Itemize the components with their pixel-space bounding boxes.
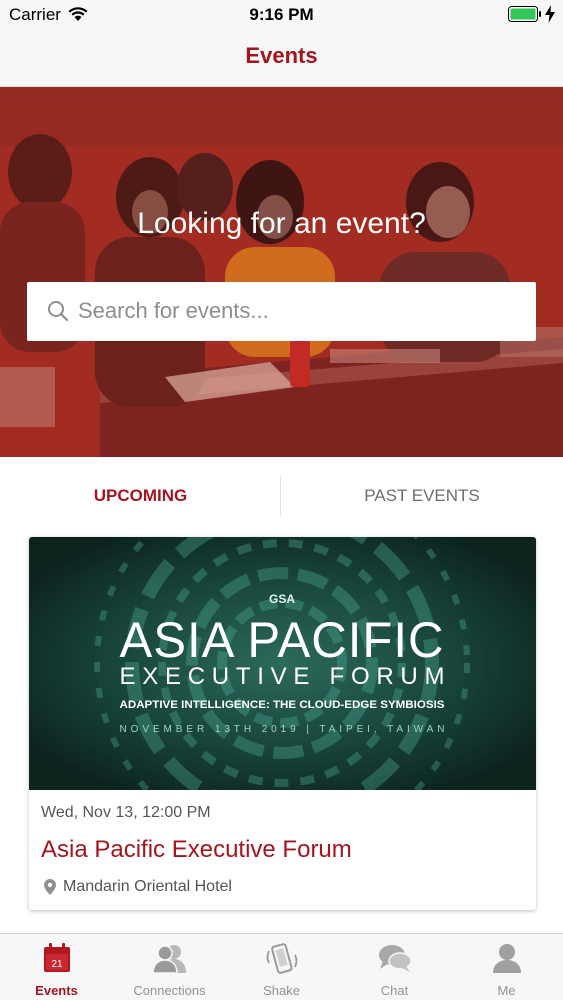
search-icon (48, 301, 69, 322)
tabbar-label-chat: Chat (380, 983, 409, 998)
banner-title-line1: ASIA PACIFIC (120, 612, 445, 668)
tabbar-item-events[interactable]: 21 Events (0, 934, 113, 1000)
tabbar-label-connections: Connections (133, 983, 206, 998)
bottom-tab-bar: 21 Events Connections Shake Chat Me (0, 933, 563, 1000)
event-banner-image: GSA ASIA PACIFIC EXECUTIVE FORUM ADAPTIV… (29, 537, 536, 790)
location-pin-icon (44, 879, 56, 895)
person-icon (492, 944, 521, 973)
search-placeholder: Search for events... (78, 298, 269, 323)
event-location: Mandarin Oriental Hotel (63, 878, 232, 895)
calendar-icon: 21 (43, 943, 70, 972)
battery-icon (508, 6, 541, 22)
banner-date-line: NOVEMBER 13TH 2019 | TAIPEI, TAIWAN (120, 724, 445, 735)
shake-phone-icon (266, 943, 297, 974)
status-bar: Carrier 9:16 PM (0, 0, 563, 30)
tabbar-item-chat[interactable]: Chat (338, 934, 451, 1000)
hero-heading: Looking for an event? (137, 207, 426, 240)
tab-upcoming[interactable]: UPCOMING (0, 475, 281, 517)
tabbar-item-connections[interactable]: Connections (113, 934, 226, 1000)
tabbar-item-me[interactable]: Me (450, 934, 563, 1000)
clock: 9:16 PM (249, 5, 314, 24)
page-title: Events (245, 43, 318, 68)
banner-subtitle: ADAPTIVE INTELLIGENCE: THE CLOUD-EDGE SY… (120, 699, 445, 711)
event-datetime: Wed, Nov 13, 12:00 PM (41, 804, 211, 821)
navigation-bar: Events (0, 30, 563, 87)
tab-past-events[interactable]: PAST EVENTS (281, 475, 563, 517)
audience-photo (0, 87, 563, 457)
tabbar-item-shake[interactable]: Shake (225, 934, 338, 1000)
tabbar-label-shake: Shake (263, 983, 300, 998)
charging-bolt-icon (545, 5, 555, 23)
event-card[interactable]: GSA ASIA PACIFIC EXECUTIVE FORUM ADAPTIV… (29, 537, 536, 910)
calendar-day-number: 21 (51, 959, 63, 970)
hero-banner: Looking for an event? Search for events.… (0, 87, 563, 457)
banner-logo: GSA (269, 592, 295, 606)
chat-bubbles-icon (378, 945, 412, 972)
event-tabs: UPCOMING PAST EVENTS (0, 475, 563, 517)
search-input[interactable]: Search for events... (27, 282, 536, 341)
event-title[interactable]: Asia Pacific Executive Forum (41, 836, 352, 864)
tabbar-label-me: Me (497, 983, 516, 998)
tabbar-label-events: Events (35, 983, 78, 998)
connections-icon (151, 945, 186, 973)
